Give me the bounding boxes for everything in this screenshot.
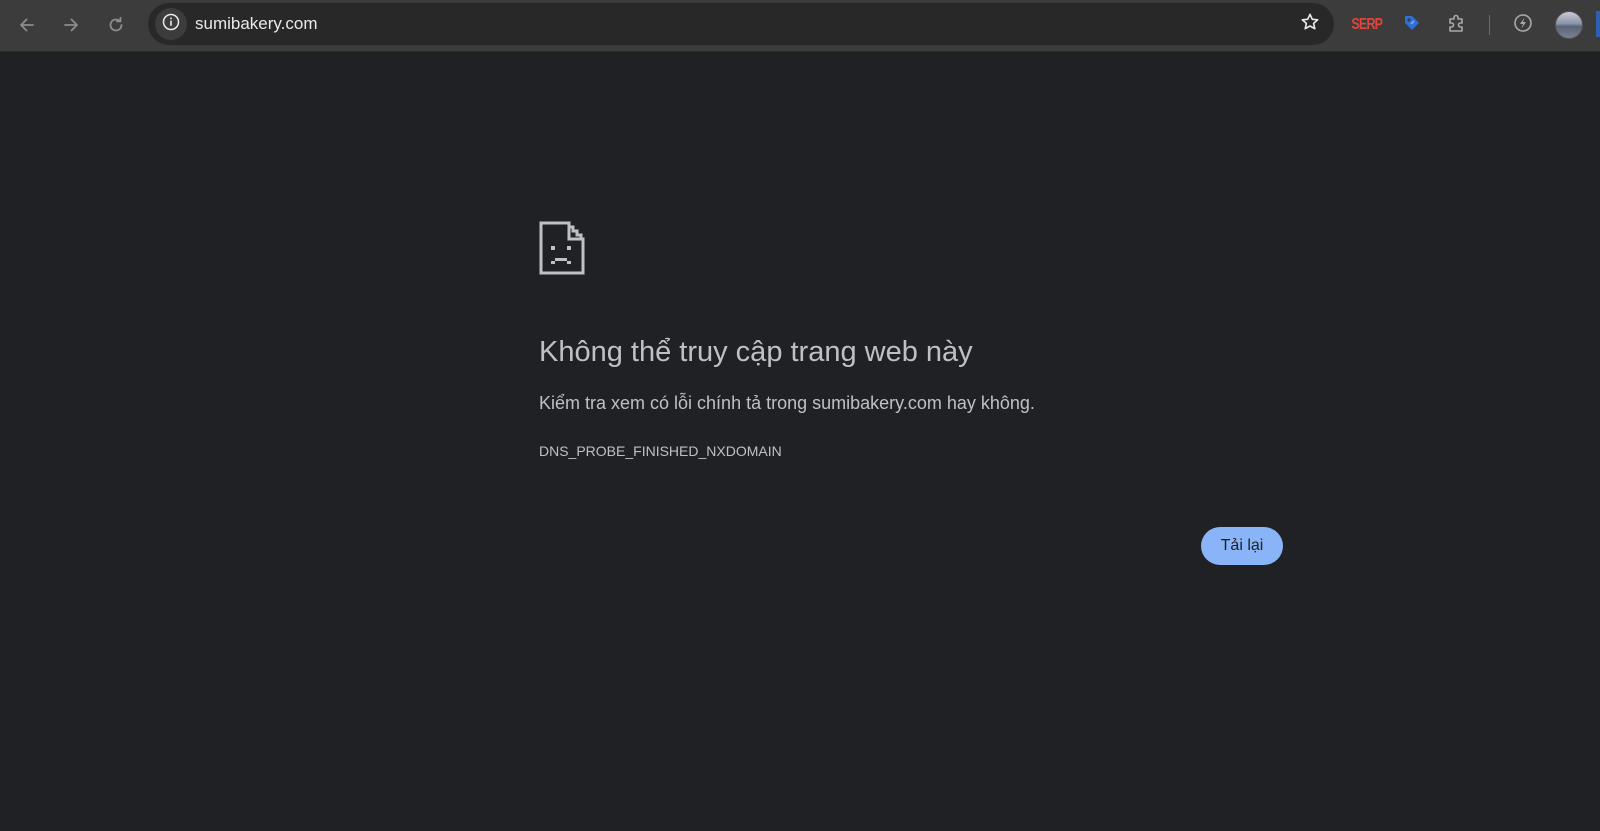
forward-button[interactable] [55, 9, 87, 41]
address-bar[interactable]: sumibakery.com [148, 3, 1334, 45]
serp-extension-label: SERP [1351, 16, 1384, 33]
reload-toolbar-button[interactable] [100, 9, 132, 41]
lightning-icon [1512, 12, 1534, 39]
error-code: DNS_PROBE_FINISHED_NXDOMAIN [539, 443, 782, 459]
side-panel-edge [1596, 11, 1600, 37]
toolbar-divider [1489, 15, 1490, 35]
tag-extension-button[interactable] [1397, 10, 1427, 40]
puzzle-icon [1446, 12, 1468, 39]
browser-toolbar: sumibakery.com SERP [0, 0, 1600, 52]
tag-icon [1402, 13, 1422, 38]
bookmark-button[interactable] [1298, 12, 1322, 36]
site-info-button[interactable] [155, 8, 187, 40]
arrow-left-icon [17, 15, 37, 35]
serp-extension-button[interactable]: SERP [1351, 10, 1384, 40]
url-text[interactable]: sumibakery.com [195, 14, 318, 34]
sad-document-icon [539, 221, 585, 280]
back-button[interactable] [11, 9, 43, 41]
reload-button[interactable]: Tải lại [1201, 527, 1283, 565]
performance-button[interactable] [1508, 10, 1538, 40]
arrow-right-icon [61, 15, 81, 35]
extensions-button[interactable] [1442, 10, 1472, 40]
info-icon [162, 13, 180, 36]
profile-avatar[interactable] [1555, 11, 1583, 39]
reload-icon [106, 15, 126, 35]
error-page: Không thể truy cập trang web này Kiểm tr… [0, 53, 1600, 831]
star-icon [1300, 12, 1320, 37]
error-title: Không thể truy cập trang web này [539, 336, 973, 368]
error-description: Kiểm tra xem có lỗi chính tả trong sumib… [539, 393, 1035, 413]
